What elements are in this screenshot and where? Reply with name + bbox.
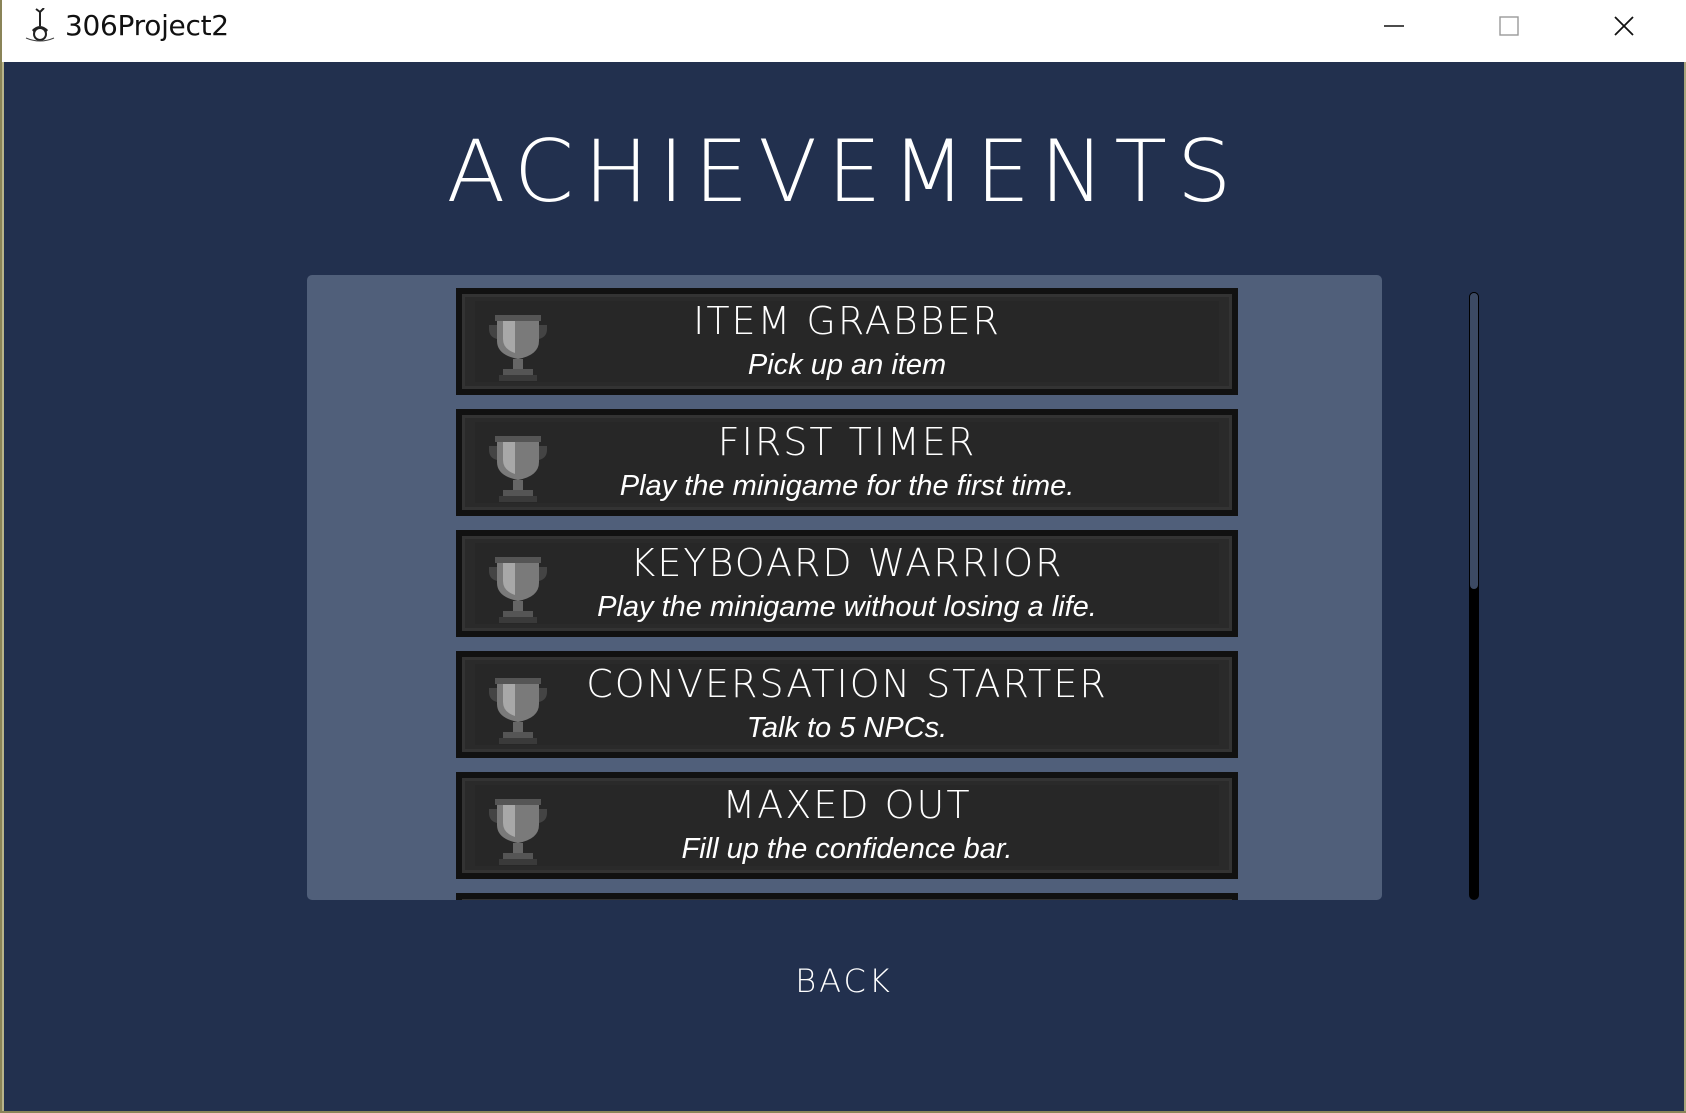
achievement-title: FIRST TIMER — [717, 420, 977, 464]
achievement-description: Pick up an item — [747, 349, 947, 381]
achievement-title: MAXED OUT — [722, 783, 972, 827]
maximize-icon — [1498, 16, 1519, 36]
scrollbar-thumb[interactable] — [1469, 292, 1479, 590]
achievement-description: Fill up the confidence bar. — [681, 833, 1013, 865]
achievement-card-partial — [456, 893, 1238, 900]
app-window: 306Project2 ACHIEVEMENTS ITEM GRABBER Pi… — [0, 0, 1686, 1113]
achievement-description: Play the minigame without losing a life. — [597, 591, 1097, 623]
achievement-title: ITEM GRABBER — [693, 299, 1001, 343]
achievement-card: MAXED OUT Fill up the confidence bar. — [456, 772, 1238, 879]
achievement-title: CONVERSATION STARTER — [586, 662, 1108, 706]
scrollbar-track[interactable] — [1469, 292, 1479, 900]
achievement-card: KEYBOARD WARRIOR Play the minigame witho… — [456, 530, 1238, 637]
minimize-icon — [1383, 25, 1404, 27]
maximize-button[interactable] — [1451, 0, 1566, 52]
achievements-list: ITEM GRABBER Pick up an item FIRST TIMER… — [456, 288, 1238, 900]
app-logo-icon — [25, 8, 55, 42]
achievements-panel[interactable]: ITEM GRABBER Pick up an item FIRST TIMER… — [307, 275, 1382, 900]
achievement-description: Talk to 5 NPCs. — [746, 712, 948, 744]
game-viewport: ACHIEVEMENTS ITEM GRABBER Pick up an ite… — [4, 62, 1684, 1111]
back-button[interactable]: BACK — [744, 962, 944, 1000]
achievement-card: FIRST TIMER Play the minigame for the fi… — [456, 409, 1238, 516]
title-bar[interactable]: 306Project2 — [2, 0, 1686, 62]
close-icon — [1613, 16, 1634, 36]
achievement-card: CONVERSATION STARTER Talk to 5 NPCs. — [456, 651, 1238, 758]
achievement-description: Play the minigame for the first time. — [619, 470, 1075, 502]
minimize-button[interactable] — [1336, 0, 1451, 52]
achievement-title: KEYBOARD WARRIOR — [630, 541, 1064, 585]
window-title: 306Project2 — [65, 9, 229, 42]
page-title: ACHIEVEMENTS — [446, 122, 1242, 222]
achievement-card: ITEM GRABBER Pick up an item — [456, 288, 1238, 395]
close-button[interactable] — [1566, 0, 1681, 52]
